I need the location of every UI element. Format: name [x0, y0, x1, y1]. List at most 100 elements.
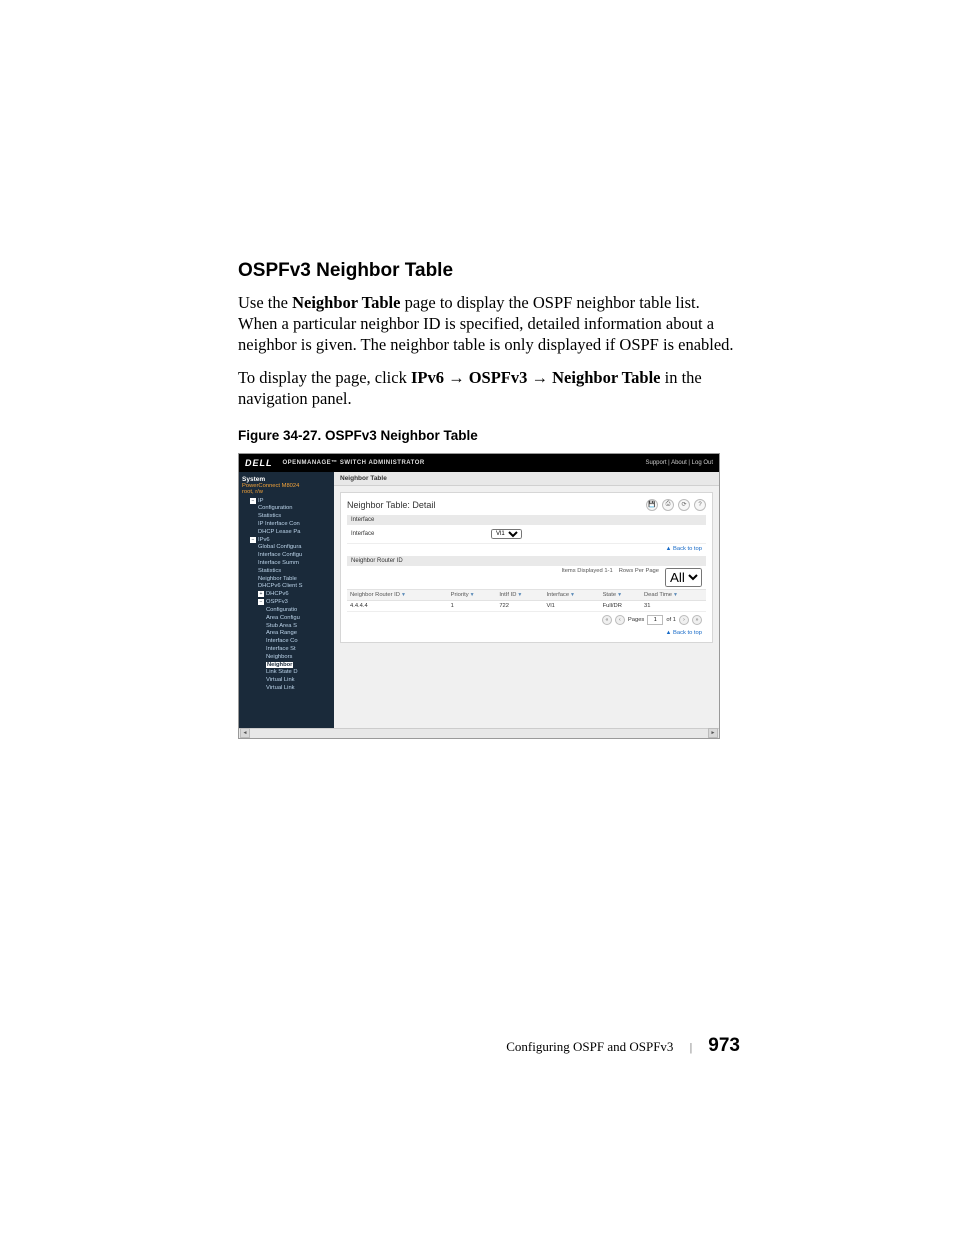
col-label: Priority — [451, 592, 469, 598]
panel-header: Neighbor Table: Detail 💾 ⎙ ⟳ ? — [347, 499, 706, 511]
document-page: OSPFv3 Neighbor Table Use the Neighbor T… — [0, 0, 954, 1235]
detail-panel: Neighbor Table: Detail 💾 ⎙ ⟳ ? Interface… — [340, 492, 713, 643]
pager-current-input[interactable] — [647, 615, 663, 625]
print-icon[interactable]: ⎙ — [662, 499, 674, 511]
tree-item[interactable]: Statistics — [242, 568, 334, 576]
scroll-right-icon[interactable]: ► — [708, 728, 718, 738]
cell-priority: 1 — [448, 600, 497, 611]
tree-item[interactable]: Statistics — [242, 513, 334, 521]
panel-title: Neighbor Table: Detail — [347, 500, 435, 510]
footer-chapter: Configuring OSPF and OSPFv3 — [506, 1039, 673, 1055]
rows-per-page-select[interactable]: All — [665, 568, 702, 587]
sort-icon[interactable]: ▼ — [570, 592, 575, 598]
tree-item[interactable]: Neighbor Table — [242, 576, 334, 584]
tree-item[interactable]: Area Range — [242, 630, 334, 638]
neighbor-table: Neighbor Router ID▼ Priority▼ IntIf ID▼ … — [347, 589, 706, 612]
interface-select[interactable]: Vl1 — [491, 529, 522, 539]
tree-item[interactable]: Virtual Link — [242, 677, 334, 685]
tree-item[interactable]: Interface Configu — [242, 552, 334, 560]
cell-deadtime: 31 — [641, 600, 706, 611]
back-to-top-link[interactable]: ▲ Back to top — [347, 544, 706, 552]
cell-intfid: 722 — [496, 600, 543, 611]
tree-item-selected[interactable]: Neighbor — [242, 662, 334, 670]
screenshot: DELL OPENMANAGE™ SWITCH ADMINISTRATOR Su… — [238, 453, 720, 739]
tree-item[interactable]: IP Interface Con — [242, 521, 334, 529]
tree-item[interactable]: Link State D — [242, 669, 334, 677]
nav-tree: −IP Configuration Statistics IP Interfac… — [242, 498, 334, 693]
footer-page-number: 973 — [708, 1035, 740, 1057]
table-header-row: Neighbor Router ID▼ Priority▼ IntIf ID▼ … — [347, 589, 706, 600]
tree-item[interactable]: Interface St — [242, 646, 334, 654]
col-state[interactable]: State▼ — [600, 589, 641, 600]
pager: « ‹ Pages of 1 › » — [347, 612, 706, 628]
scroll-left-icon[interactable]: ◄ — [240, 728, 250, 738]
sort-icon[interactable]: ▼ — [470, 592, 475, 598]
tree-item[interactable]: Configuratio — [242, 607, 334, 615]
tree-label: OSPFv3 — [266, 599, 288, 605]
pager-first-icon[interactable]: « — [602, 615, 612, 625]
tree-item[interactable]: Interface Co — [242, 638, 334, 646]
pager-next-icon[interactable]: › — [679, 615, 689, 625]
horizontal-scrollbar[interactable]: ◄ ► — [239, 728, 719, 738]
minus-icon[interactable]: − — [250, 498, 256, 504]
tree-item[interactable]: Neighbors — [242, 654, 334, 662]
tree-item[interactable]: Virtual Link — [242, 685, 334, 693]
p1-pre: Use the — [238, 293, 292, 312]
sort-icon[interactable]: ▼ — [673, 592, 678, 598]
sort-icon[interactable]: ▼ — [617, 592, 622, 598]
minus-icon[interactable]: − — [250, 537, 256, 543]
col-interface[interactable]: Interface▼ — [543, 589, 599, 600]
pager-pages-label: Pages — [628, 617, 644, 623]
items-meta: Items Displayed 1-1 Rows Per Page All — [347, 566, 706, 589]
top-links[interactable]: Support | About | Log Out — [646, 460, 714, 466]
col-label: Interface — [546, 592, 569, 598]
tree-label-selected: Neighbor — [266, 662, 293, 668]
paragraph-1: Use the Neighbor Table page to display t… — [238, 292, 740, 355]
page-footer: Configuring OSPF and OSPFv3 | 973 — [506, 1035, 740, 1057]
col-deadtime[interactable]: Dead Time▼ — [641, 589, 706, 600]
refresh-icon[interactable]: ⟳ — [678, 499, 690, 511]
figure-caption: Figure 34-27. OSPFv3 Neighbor Table — [238, 428, 740, 443]
tree-ospfv3[interactable]: −OSPFv3 — [242, 599, 334, 607]
col-priority[interactable]: Priority▼ — [448, 589, 497, 600]
content-area: Neighbor Table Neighbor Table: Detail 💾 … — [334, 472, 719, 728]
tree-ipv6[interactable]: −IPv6 — [242, 537, 334, 545]
interface-label: Interface — [351, 531, 491, 537]
arrow-icon: → — [448, 368, 465, 387]
pager-last-icon[interactable]: » — [692, 615, 702, 625]
sort-icon[interactable]: ▼ — [517, 592, 522, 598]
p2-ospf: OSPFv3 — [469, 368, 528, 387]
minus-icon[interactable]: − — [258, 599, 264, 605]
sort-icon[interactable]: ▼ — [401, 592, 406, 598]
user-label: root, r/w — [242, 489, 334, 495]
tree-item[interactable]: Configuration — [242, 505, 334, 513]
main-row: System PowerConnect M8024 root, r/w −IP … — [239, 472, 719, 728]
tree-item[interactable]: Stub Area S — [242, 623, 334, 631]
save-icon[interactable]: 💾 — [646, 499, 658, 511]
tree-dhcpv6[interactable]: +DHCPv6 — [242, 591, 334, 599]
tree-label: IPv6 — [258, 537, 270, 543]
pager-prev-icon[interactable]: ‹ — [615, 615, 625, 625]
tree-item[interactable]: DHCPv6 Client S — [242, 583, 334, 591]
back-to-top-link[interactable]: ▲ Back to top — [347, 628, 706, 636]
cell-interface: Vl1 — [543, 600, 599, 611]
breadcrumb: Neighbor Table — [334, 472, 719, 486]
cell-state: Full/DR — [600, 600, 641, 611]
col-label: State — [603, 592, 617, 598]
tree-item[interactable]: Interface Summ — [242, 560, 334, 568]
tree-ip[interactable]: −IP — [242, 498, 334, 506]
help-icon[interactable]: ? — [694, 499, 706, 511]
col-nrid[interactable]: Neighbor Router ID▼ — [347, 589, 448, 600]
table-row: 4.4.4.4 1 722 Vl1 Full/DR 31 — [347, 600, 706, 611]
p1-bold: Neighbor Table — [292, 293, 400, 312]
col-label: Neighbor Router ID — [350, 592, 400, 598]
cell-nrid: 4.4.4.4 — [347, 600, 448, 611]
p2-ipv6: IPv6 — [411, 368, 444, 387]
section-heading: OSPFv3 Neighbor Table — [238, 260, 740, 282]
tree-item[interactable]: Global Configura — [242, 544, 334, 552]
col-intfid[interactable]: IntIf ID▼ — [496, 589, 543, 600]
p2-nt: Neighbor Table — [552, 368, 660, 387]
tree-item[interactable]: Area Configu — [242, 615, 334, 623]
tree-item[interactable]: DHCP Lease Pa — [242, 529, 334, 537]
plus-icon[interactable]: + — [258, 591, 264, 597]
